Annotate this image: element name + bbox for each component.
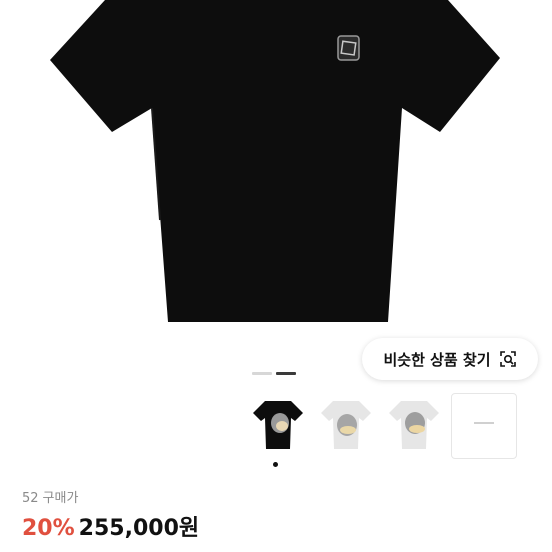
product-image[interactable] bbox=[0, 0, 552, 338]
price-row: 20% 255,000원 bbox=[22, 510, 199, 542]
thumbnail-white-tshirt[interactable] bbox=[315, 393, 377, 455]
price-amount: 255,000원 bbox=[78, 516, 200, 541]
thumbnail-box[interactable] bbox=[451, 393, 517, 459]
thumbnail-white-tshirt-2[interactable] bbox=[383, 393, 445, 455]
discount-rate: 20% bbox=[22, 516, 75, 541]
purchase-label: 구매가 bbox=[42, 491, 79, 506]
similar-button-label: 비슷한 상품 찾기 bbox=[383, 350, 491, 369]
visual-search-icon bbox=[499, 350, 517, 368]
pager-dot bbox=[252, 372, 272, 375]
black-tshirt-icon bbox=[50, 0, 500, 322]
logo-patch-icon bbox=[334, 33, 364, 63]
selected-thumbnail-indicator bbox=[273, 462, 278, 467]
thumbnail-strip bbox=[247, 393, 517, 459]
thumbnail-black-tshirt[interactable] bbox=[247, 393, 309, 455]
purchase-stats: 52 구매가 bbox=[22, 487, 82, 506]
purchase-count: 52 bbox=[22, 491, 39, 506]
pager-dot-active bbox=[276, 372, 296, 375]
find-similar-button[interactable]: 비슷한 상품 찾기 bbox=[362, 338, 538, 380]
gallery-pager bbox=[252, 372, 296, 375]
